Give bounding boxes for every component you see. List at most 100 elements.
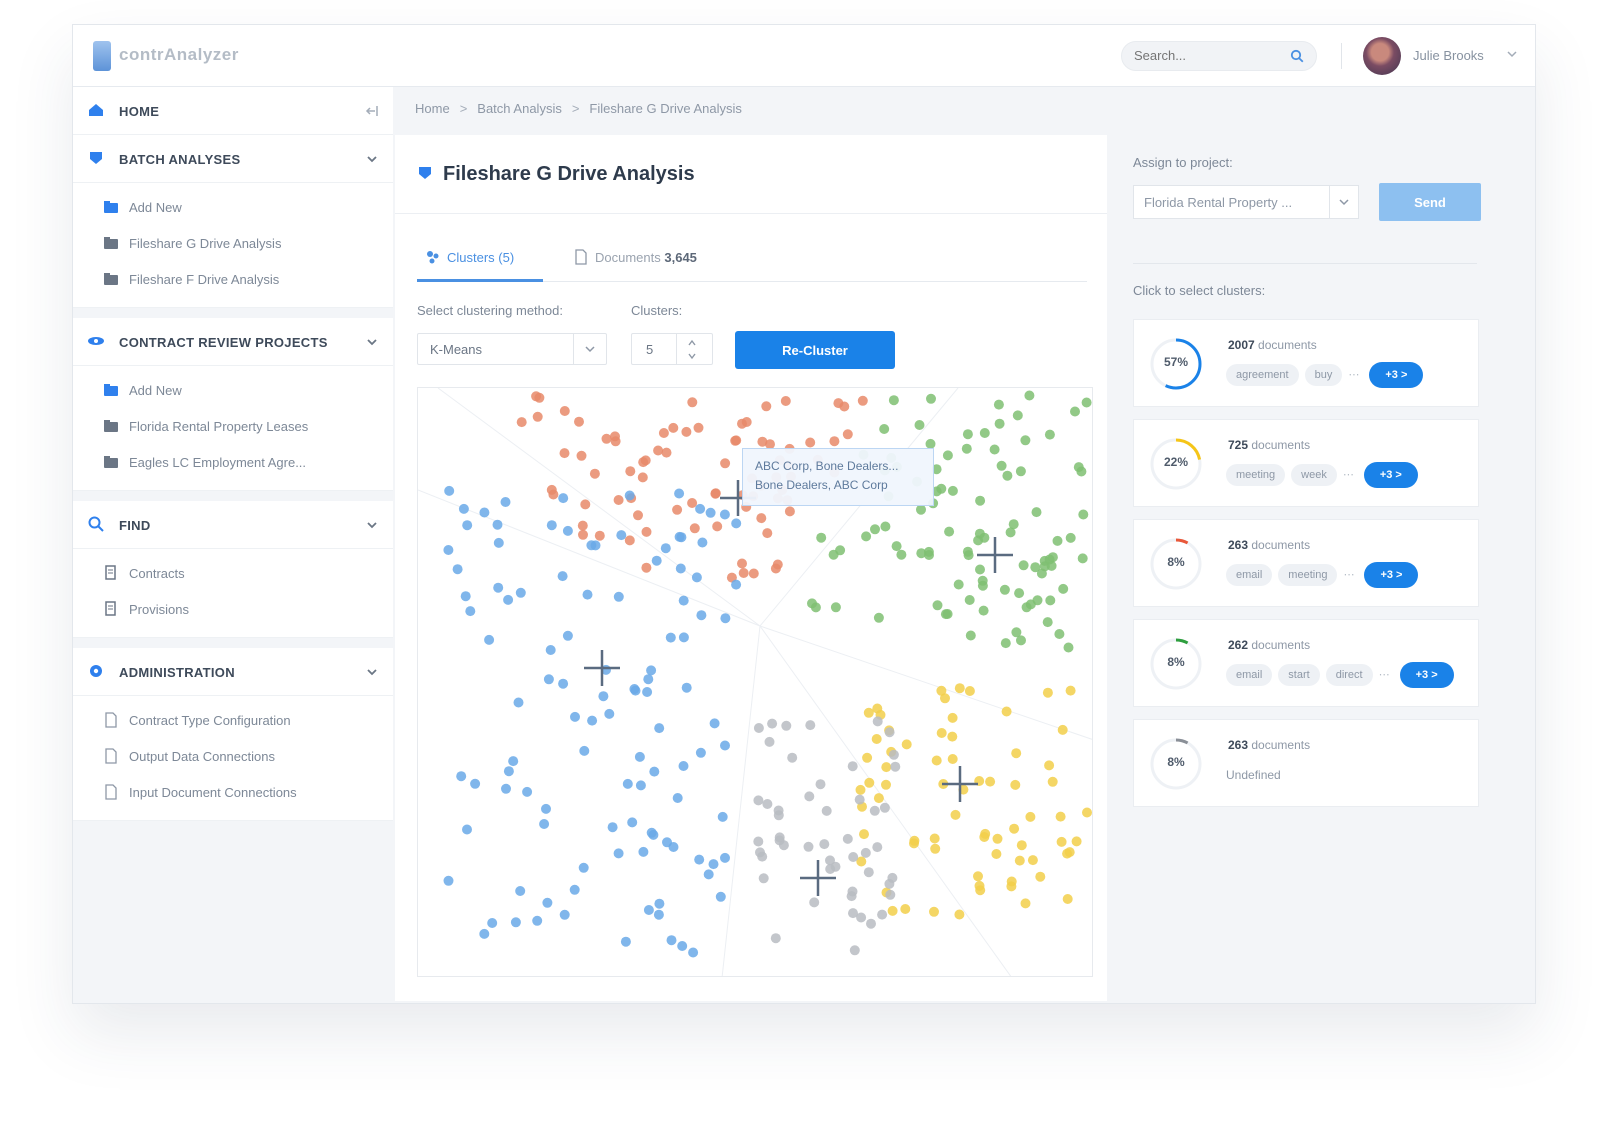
scatter-point[interactable] [1020,435,1031,446]
scatter-point[interactable] [546,484,557,495]
scatter-point[interactable] [977,580,988,591]
scatter-point[interactable] [558,678,569,689]
scatter-point[interactable] [720,613,731,624]
more-keywords-button[interactable]: +3 > [1369,362,1424,388]
scatter-point[interactable] [1065,532,1076,543]
scatter-point[interactable] [992,833,1003,844]
scatter-point[interactable] [541,803,551,814]
scatter-point[interactable] [1045,595,1056,606]
scatter-point[interactable] [821,805,832,816]
scatter-point[interactable] [513,697,524,708]
scatter-point[interactable] [720,852,730,863]
scatter-point[interactable] [1056,836,1067,847]
scatter-point[interactable] [620,936,631,947]
scatter-point[interactable] [678,595,689,606]
scatter-point[interactable] [562,630,573,641]
scatter-point[interactable] [672,793,683,803]
search-input[interactable] [1134,48,1284,63]
scatter-point[interactable] [456,771,467,782]
scatter-point[interactable] [962,429,973,440]
scatter-point[interactable] [1020,898,1031,909]
scatter-point[interactable] [731,518,742,529]
sidebar-item-contract-type-config[interactable]: Contract Type Configuration [73,702,393,738]
scatter-point[interactable] [965,630,976,641]
scatter-point[interactable] [1011,748,1022,759]
scatter-point[interactable] [709,718,720,729]
breadcrumb-batch-analysis[interactable]: Batch Analysis [477,101,562,116]
scatter-point[interactable] [687,397,698,408]
recluster-button[interactable]: Re-Cluster [735,331,895,369]
scatter-point[interactable] [1062,894,1073,904]
scatter-point[interactable] [460,591,471,602]
scatter-point[interactable] [1044,554,1055,565]
search-icon[interactable] [1290,49,1304,63]
scatter-point[interactable] [658,428,669,438]
scatter-point[interactable] [738,568,749,578]
scatter-point[interactable] [666,935,677,946]
scatter-point[interactable] [1042,617,1053,628]
scatter-point[interactable] [508,756,519,767]
sidebar-section-find[interactable]: FIND [73,501,393,549]
collapse-sidebar-icon[interactable] [365,104,379,118]
scatter-point[interactable] [1009,823,1020,834]
scatter-point[interactable] [578,862,589,873]
scatter-point[interactable] [1036,568,1047,579]
scatter-point[interactable] [515,886,526,896]
scatter-point[interactable] [979,428,990,438]
scatter-point[interactable] [710,488,721,499]
cluster-count-stepper[interactable]: 5 [631,333,713,365]
scatter-point[interactable] [695,747,706,758]
scatter-point[interactable] [627,817,638,828]
scatter-point[interactable] [890,761,901,772]
scatter-point[interactable] [1042,687,1053,698]
scatter-point[interactable] [492,519,503,530]
scatter-point[interactable] [833,398,844,409]
scatter-point[interactable] [720,458,731,469]
scatter-point[interactable] [705,507,716,518]
scatter-point[interactable] [762,528,773,539]
scatter-point[interactable] [954,683,965,694]
scatter-point[interactable] [757,851,768,862]
scatter-point[interactable] [1044,429,1055,440]
scatter-point[interactable] [888,395,899,406]
sidebar-section-batch-analyses[interactable]: BATCH ANALYSES [73,135,393,183]
sidebar-item-input-connections[interactable]: Input Document Connections [73,774,393,810]
scatter-point[interactable] [649,766,660,777]
scatter-point[interactable] [1071,836,1082,847]
scatter-point[interactable] [870,524,880,535]
scatter-point[interactable] [753,723,764,733]
scatter-point[interactable] [604,708,615,719]
tab-clusters[interactable]: Clusters (5) [425,247,537,281]
scatter-point[interactable] [741,417,752,427]
scatter-point[interactable] [762,799,773,809]
scatter-point[interactable] [558,493,569,504]
cluster-card[interactable]: 22% 725 documents meeting week ⋯ +3 > [1133,419,1479,507]
scatter-point[interactable] [887,905,898,916]
scatter-point[interactable] [873,793,884,804]
scatter-point[interactable] [872,716,883,727]
scatter-point[interactable] [580,499,591,510]
scatter-point[interactable] [653,445,664,456]
sidebar-item-f-drive-analysis[interactable]: Fileshare F Drive Analysis [73,261,393,297]
scatter-point[interactable] [720,740,730,751]
scatter-point[interactable] [872,842,883,853]
scatter-point[interactable] [842,429,853,440]
scatter-point[interactable] [624,535,635,546]
scatter-point[interactable] [781,720,792,731]
scatter-point[interactable] [944,526,955,537]
scatter-point[interactable] [901,739,912,750]
scatter-point[interactable] [675,563,686,574]
scatter-point[interactable] [978,605,989,616]
scatter-point[interactable] [731,579,742,590]
scatter-point[interactable] [693,422,704,433]
scatter-point[interactable] [787,752,798,763]
scatter-point[interactable] [753,795,764,806]
scatter-point[interactable] [637,472,648,483]
scatter-point[interactable] [847,761,858,772]
scatter-point[interactable] [953,579,964,590]
scatter-point[interactable] [681,682,692,693]
scatter-point[interactable] [1078,509,1089,520]
scatter-point[interactable] [516,417,527,428]
scatter-point[interactable] [703,869,714,880]
scatter-point[interactable] [731,435,742,446]
